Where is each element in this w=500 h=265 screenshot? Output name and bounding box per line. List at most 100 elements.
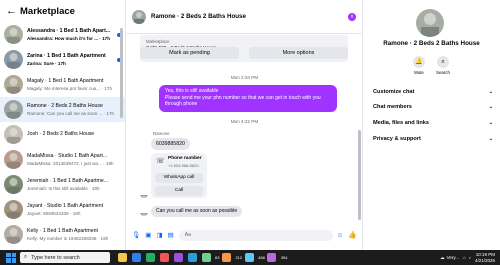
conversation-item[interactable]: Josh · 2 Beds 2 Baths House <box>0 122 125 147</box>
conversation-item[interactable]: Jayant · Studio 1 Bath Apartment Jayant: … <box>0 197 125 222</box>
incoming-message[interactable]: 6039885820 <box>151 138 190 150</box>
mute-button[interactable]: 🔔 Mute <box>407 56 431 75</box>
phone-contact-card: ☏ Phone number +1 603-988-5820 WhatsApp … <box>151 153 207 198</box>
conversation-preview: MadaMissa: 2013639472. I just wa... · 19… <box>27 160 114 166</box>
marketplace-label: Marketplace <box>146 39 170 44</box>
taskbar-apps: 63 212 488 394 <box>115 253 288 262</box>
chat-scrollbar[interactable] <box>358 130 361 220</box>
sticker-icon[interactable]: ◨ <box>156 231 162 239</box>
conversation-avatar <box>4 75 23 94</box>
taskbar-badge: 488 <box>258 255 265 260</box>
chevron-down-icon: ⌄ <box>488 136 493 142</box>
profile-avatar[interactable] <box>416 9 444 37</box>
chrome-icon[interactable] <box>145 253 155 262</box>
conversation-item[interactable]: Jeremiah · 1 Bed 1 Bath Apartme... Jeremi… <box>0 172 125 197</box>
chat-title[interactable]: Ramone · 2 Beds 2 Baths House <box>151 13 348 20</box>
weather-icon[interactable]: ☁ <box>440 255 445 261</box>
chevron-down-icon: ⌄ <box>488 104 493 110</box>
message-input[interactable]: Aa <box>178 229 333 241</box>
chevron-down-icon: ⌄ <box>488 120 493 126</box>
more-options-button[interactable]: More options <box>249 47 348 59</box>
chat-header: Ramone · 2 Beds 2 Baths House i <box>126 0 362 34</box>
windows-start-icon[interactable] <box>6 252 16 263</box>
conversation-avatar <box>4 100 23 119</box>
contact-card-number: +1 603-988-5820 <box>168 163 199 168</box>
microphone-icon[interactable]: 🎙 <box>132 231 140 239</box>
sidebar-scrollbar[interactable] <box>120 28 123 118</box>
gif-icon[interactable]: ▤ <box>168 231 174 239</box>
search-icon: ⌕ <box>437 56 449 68</box>
sender-name: Ramone <box>153 131 170 136</box>
outgoing-message[interactable]: Yes, this is still available Please send … <box>159 85 337 112</box>
conversation-list: Alessandra · 1 Bed 1 Bath Apart... Alessa… <box>0 22 125 250</box>
outgoing-message-text: Yes, this is still available Please send … <box>165 88 321 107</box>
conversation-title: Ramone · 2 Beds 2 Baths House <box>27 102 103 109</box>
whatsapp-call-button[interactable]: WhatsApp call <box>155 173 203 183</box>
conversation-item[interactable]: Zarina · 1 Bed 1 Bath Apartment Zarina: S… <box>0 47 125 72</box>
conversation-item[interactable]: Ramone · 2 Beds 2 Baths House Ramone: Can… <box>0 97 125 122</box>
taskbar-search-placeholder: Type here to search <box>31 254 80 261</box>
section-media-files-links[interactable]: Media, files and links ⌄ <box>373 120 493 126</box>
incoming-message[interactable]: Can you call me as soon as possible <box>151 206 243 217</box>
conversation-item[interactable]: MadaMissa · Studio 1 Bath Apart... MadaMi… <box>0 147 125 172</box>
conversation-avatar <box>4 200 23 219</box>
app-icon[interactable] <box>221 253 231 262</box>
timestamp: Mon 4:22 PM <box>230 119 259 124</box>
like-icon[interactable]: 👍 <box>348 231 357 239</box>
conversation-preview: Jayant: 6094534339 · 19h <box>27 210 81 216</box>
conversation-info-panel: Ramone · 2 Beds 2 Baths House 🔔 Mute ⌕ S… <box>363 0 500 250</box>
conversation-item[interactable]: Magaly · 1 Bed 1 Bath Apartment Magaly: M… <box>0 72 125 97</box>
edge-icon[interactable] <box>131 253 141 262</box>
section-chat-members[interactable]: Chat members ⌄ <box>373 104 493 110</box>
conversation-preview: Kelly: My number is 19482268258 · 19h <box>27 235 109 241</box>
taskbar-clock[interactable]: 10:19 PM 4/21/2026 <box>475 252 495 263</box>
conversation-title: MadaMissa · Studio 1 Bath Apart... <box>27 152 108 159</box>
taskbar-badge: 63 <box>215 255 220 260</box>
conversation-title: Jeremiah · 1 Bed 1 Bath Apartme... <box>27 177 109 184</box>
sender-avatar[interactable] <box>140 190 148 198</box>
conversation-item[interactable]: Alessandra · 1 Bed 1 Bath Apart... Alessa… <box>0 22 125 47</box>
conversation-preview: Alessandra: How much it's for ... · 17h <box>27 35 111 41</box>
phone-icon: ☏ <box>156 158 165 165</box>
conversation-item[interactable]: Kelly · 1 Bed 1 Bath Apartment Kelly: My … <box>0 222 125 247</box>
section-privacy-support[interactable]: Privacy & support ⌄ <box>373 136 493 142</box>
chat-header-avatar[interactable] <box>132 9 146 24</box>
app-icon[interactable] <box>201 253 211 262</box>
chevron-down-icon: ⌄ <box>488 89 493 95</box>
sender-avatar[interactable] <box>140 208 148 216</box>
info-icon[interactable]: i <box>348 12 356 21</box>
emoji-icon[interactable]: ☺ <box>337 232 344 239</box>
image-icon[interactable]: ▣ <box>145 231 151 239</box>
network-icon[interactable]: ⌂ <box>463 255 466 260</box>
conversation-title: Zarina · 1 Bed 1 Bath Apartment <box>27 52 106 59</box>
seen-indicator-avatar <box>347 218 352 223</box>
system-tray: ☁ Very... ⌂ ♪ 10:19 PM 4/21/2026 <box>440 252 500 263</box>
taskbar-badge: 212 <box>235 255 243 260</box>
conversation-sidebar: ← Marketplace Alessandra · 1 Bed 1 Bath … <box>0 0 126 250</box>
search-label: Search <box>436 70 450 75</box>
search-button[interactable]: ⌕ Search <box>431 56 455 75</box>
app-icon[interactable] <box>187 253 197 262</box>
contact-card-title: Phone number <box>168 156 202 161</box>
taskbar-search-box[interactable]: ⌕ Type here to search <box>20 252 110 263</box>
app-icon[interactable] <box>244 253 254 262</box>
conversation-avatar <box>4 50 23 69</box>
conversation-title: Jayant · Studio 1 Bath Apartment <box>27 202 104 209</box>
conversation-preview: Ramone: Can you call me as soon ... · 17… <box>27 110 115 116</box>
mark-as-pending-button[interactable]: Mark as pending <box>140 47 239 59</box>
app-icon[interactable] <box>173 253 183 262</box>
section-customize-chat[interactable]: Customize chat ⌄ <box>373 89 493 95</box>
conversation-avatar <box>4 175 23 194</box>
conversation-preview: Magaly: Me interesa por favor cua... · 1… <box>27 85 113 91</box>
conversation-preview: Jeremiah: Is this still available · 19h <box>27 185 100 191</box>
call-button[interactable]: Call <box>155 186 203 196</box>
app-icon[interactable] <box>159 253 169 262</box>
conversation-avatar <box>4 125 23 144</box>
conversation-title: Alessandra · 1 Bed 1 Bath Apart... <box>27 27 111 34</box>
app-icon[interactable] <box>267 253 277 262</box>
file-explorer-icon[interactable] <box>117 253 127 262</box>
weather-text: Very... <box>446 255 459 260</box>
message-composer: 🎙 ▣ ◨ ▤ Aa ☺ 👍 <box>126 226 363 244</box>
volume-icon[interactable]: ♪ <box>469 255 471 260</box>
back-arrow-icon[interactable]: ← <box>6 5 17 17</box>
